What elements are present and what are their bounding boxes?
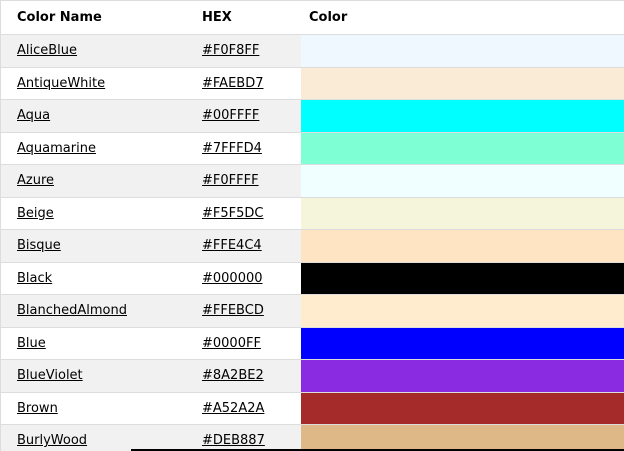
color-name-link[interactable]: Black — [17, 271, 52, 286]
table-body: AliceBlue #F0F8FF AntiqueWhite #FAEBD7 Aqua #… — [1, 34, 624, 451]
color-swatch — [301, 392, 624, 425]
color-name-link[interactable]: AliceBlue — [17, 43, 77, 58]
color-name-link[interactable]: BurlyWood — [17, 433, 87, 448]
hex-link[interactable]: #000000 — [202, 271, 263, 286]
color-name-cell: BlueViolet — [1, 359, 186, 393]
header-color-name: Color Name — [1, 0, 186, 35]
color-name-link[interactable]: Bisque — [17, 238, 61, 253]
hex-cell: #FAEBD7 — [186, 67, 301, 100]
table-row: Aquamarine #7FFFD4 — [1, 132, 624, 165]
color-swatch — [301, 262, 624, 295]
table-row: Blue #0000FF — [1, 327, 624, 360]
color-name-cell: Blue — [1, 327, 186, 360]
hex-cell: #F0FFFF — [186, 164, 301, 198]
color-name-link[interactable]: Azure — [17, 173, 54, 188]
color-swatch — [301, 327, 624, 360]
hex-link[interactable]: #F0FFFF — [202, 173, 259, 188]
hex-cell: #FFE4C4 — [186, 229, 301, 263]
color-name-link[interactable]: Aqua — [17, 108, 50, 123]
header-row: Color Name HEX Color — [1, 0, 624, 35]
table-row: Bisque #FFE4C4 — [1, 229, 624, 263]
hex-cell: #00FFFF — [186, 99, 301, 133]
color-name-link[interactable]: AntiqueWhite — [17, 76, 105, 91]
color-swatch — [301, 34, 624, 68]
hex-link[interactable]: #FAEBD7 — [202, 76, 263, 91]
color-name-cell: Black — [1, 262, 186, 295]
hex-cell: #FFEBCD — [186, 294, 301, 328]
color-swatch — [301, 67, 624, 100]
color-name-cell: Brown — [1, 392, 186, 425]
hex-link[interactable]: #DEB887 — [202, 433, 265, 448]
color-swatch — [301, 132, 624, 165]
table-row: Beige #F5F5DC — [1, 197, 624, 230]
color-name-cell: Beige — [1, 197, 186, 230]
hex-cell: #000000 — [186, 262, 301, 295]
table-header: Color Name HEX Color — [1, 0, 624, 35]
hex-link[interactable]: #00FFFF — [202, 108, 259, 123]
hex-link[interactable]: #F0F8FF — [202, 43, 259, 58]
hex-cell: #F5F5DC — [186, 197, 301, 230]
hex-cell: #7FFFD4 — [186, 132, 301, 165]
color-swatch — [301, 229, 624, 263]
header-hex: HEX — [186, 0, 301, 35]
table-row: BlueViolet #8A2BE2 — [1, 359, 624, 393]
hex-link[interactable]: #A52A2A — [202, 401, 264, 416]
hex-cell: #A52A2A — [186, 392, 301, 425]
color-table-container: Color Name HEX Color AliceBlue #F0F8FF Ant… — [0, 0, 624, 451]
hex-link[interactable]: #FFEBCD — [202, 303, 264, 318]
color-name-link[interactable]: BlanchedAlmond — [17, 303, 127, 318]
hex-link[interactable]: #F5F5DC — [202, 206, 263, 221]
table-row: AliceBlue #F0F8FF — [1, 34, 624, 68]
color-swatch — [301, 197, 624, 230]
color-name-cell: Bisque — [1, 229, 186, 263]
hex-link[interactable]: #7FFFD4 — [202, 141, 262, 156]
color-name-link[interactable]: Aquamarine — [17, 141, 96, 156]
color-name-cell: BlanchedAlmond — [1, 294, 186, 328]
color-table: Color Name HEX Color AliceBlue #F0F8FF Ant… — [1, 0, 624, 451]
color-swatch — [301, 359, 624, 393]
table-row: Azure #F0FFFF — [1, 164, 624, 198]
table-row: Aqua #00FFFF — [1, 99, 624, 133]
hex-link[interactable]: #FFE4C4 — [202, 238, 262, 253]
table-row: Black #000000 — [1, 262, 624, 295]
color-name-link[interactable]: Beige — [17, 206, 54, 221]
table-row: Brown #A52A2A — [1, 392, 624, 425]
color-name-cell: AntiqueWhite — [1, 67, 186, 100]
color-name-link[interactable]: BlueViolet — [17, 368, 83, 383]
color-name-link[interactable]: Brown — [17, 401, 58, 416]
table-row: AntiqueWhite #FAEBD7 — [1, 67, 624, 100]
table-row: BlanchedAlmond #FFEBCD — [1, 294, 624, 328]
color-name-cell: Aquamarine — [1, 132, 186, 165]
color-name-link[interactable]: Blue — [17, 336, 46, 351]
table-row: BurlyWood #DEB887 — [1, 424, 624, 451]
hex-cell: #DEB887 — [186, 424, 301, 451]
color-name-cell: AliceBlue — [1, 34, 186, 68]
header-color: Color — [301, 0, 624, 35]
hex-link[interactable]: #0000FF — [202, 336, 261, 351]
color-swatch — [301, 164, 624, 198]
color-swatch — [301, 99, 624, 133]
hex-link[interactable]: #8A2BE2 — [202, 368, 264, 383]
color-swatch — [301, 294, 624, 328]
color-name-cell: Aqua — [1, 99, 186, 133]
hex-cell: #8A2BE2 — [186, 359, 301, 393]
hex-cell: #F0F8FF — [186, 34, 301, 68]
color-name-cell: Azure — [1, 164, 186, 198]
color-swatch — [301, 424, 624, 451]
color-name-cell: BurlyWood — [1, 424, 186, 451]
hex-cell: #0000FF — [186, 327, 301, 360]
